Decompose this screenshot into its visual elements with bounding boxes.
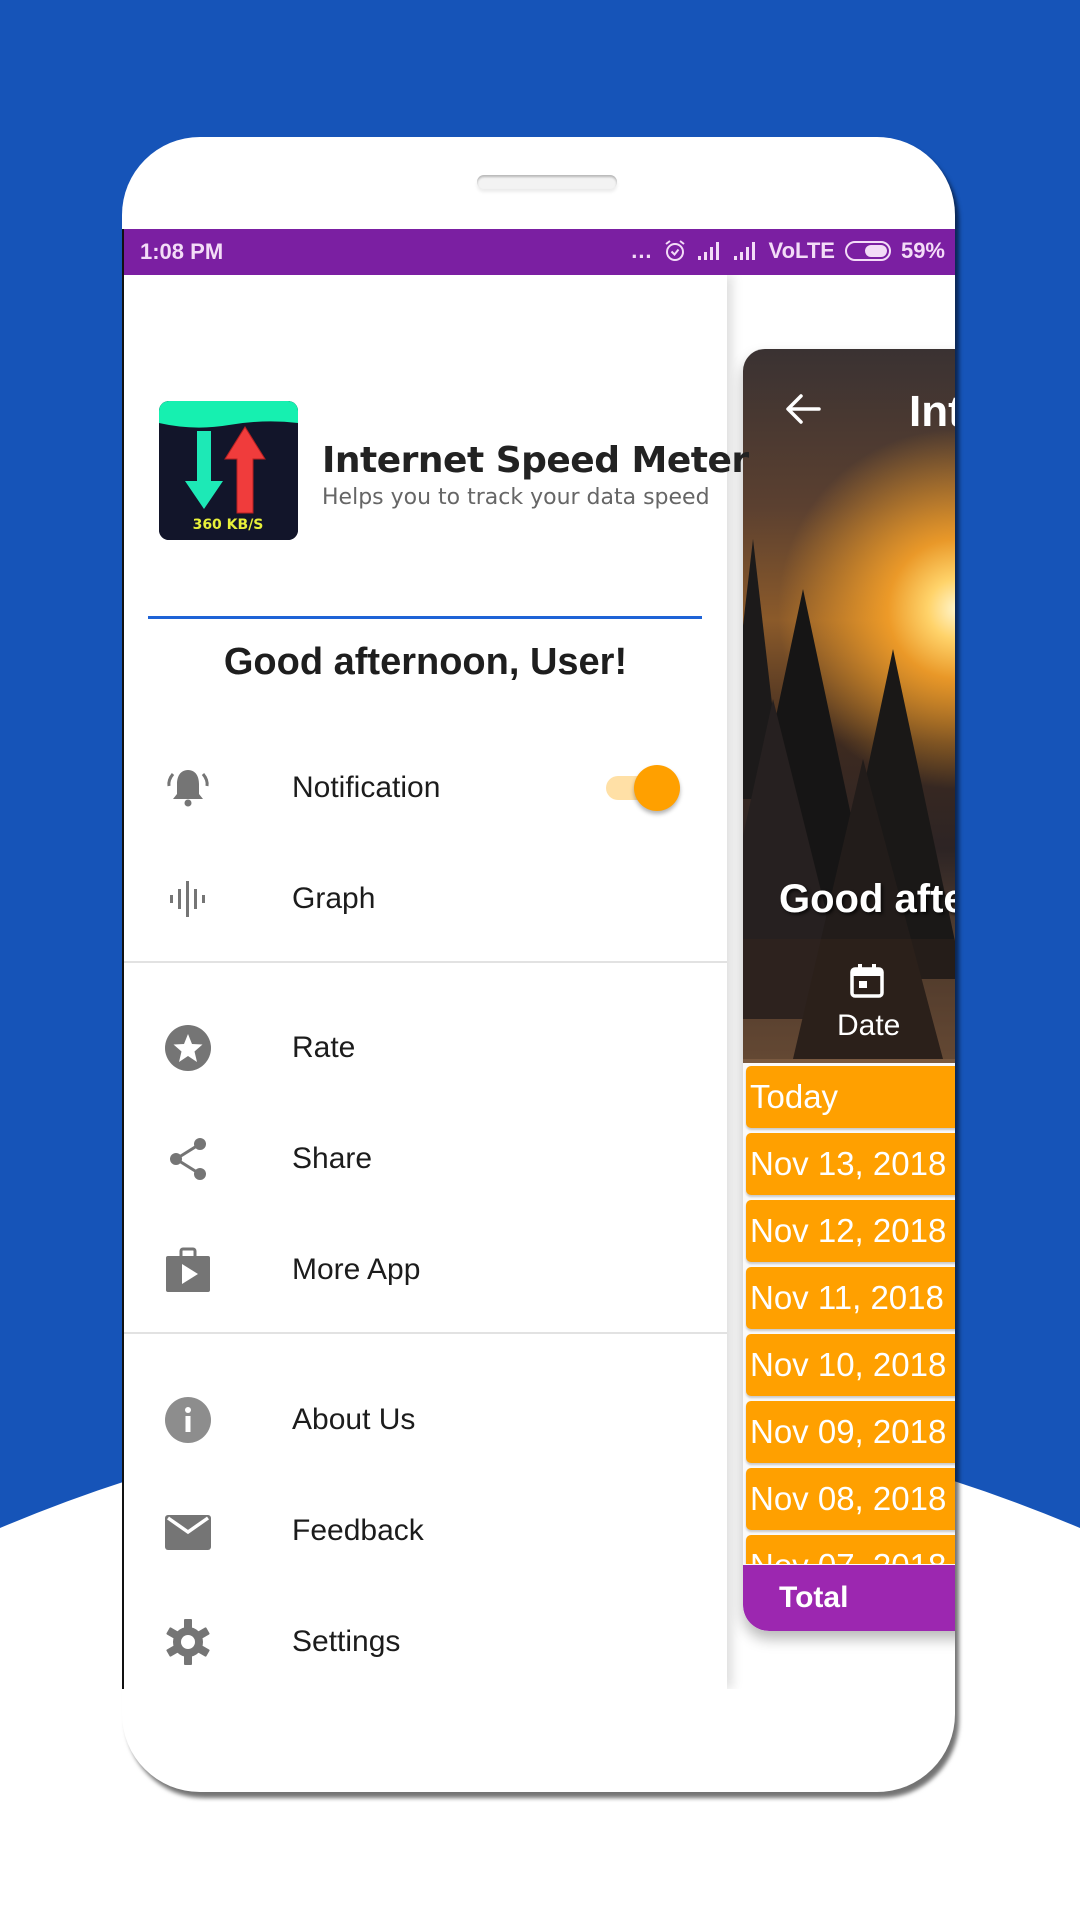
background-app-card: Int Good afte Date Today Nov 13, 2018 No…: [743, 349, 955, 1631]
app-logo: 360 KB/S: [159, 401, 298, 540]
network-type: VoLTE: [768, 238, 835, 263]
info-icon: [165, 1397, 211, 1443]
gear-icon: [166, 1619, 210, 1665]
signal-icon: [697, 242, 719, 260]
mail-icon: [165, 1515, 211, 1550]
menu-item-more-app[interactable]: More App: [124, 1225, 727, 1315]
date-row[interactable]: Today: [746, 1066, 955, 1128]
menu-divider: [124, 961, 727, 963]
app-tagline: Helps you to track your data speed: [322, 485, 710, 510]
menu-divider: [124, 1332, 727, 1334]
menu-label: Graph: [292, 882, 376, 915]
menu-item-settings[interactable]: Settings: [124, 1597, 727, 1687]
date-row[interactable]: Nov 09, 2018: [746, 1401, 955, 1463]
share-icon: [170, 1138, 206, 1180]
header-divider: [148, 616, 702, 619]
play-store-bag-icon: [166, 1247, 210, 1292]
menu-item-graph[interactable]: Graph: [124, 854, 727, 944]
phone-screen: Int Good afte Date Today Nov 13, 2018 No…: [122, 229, 955, 1689]
arrow-left-icon[interactable]: [783, 389, 823, 429]
navigation-drawer: 360 KB/S Internet Speed Meter Helps you …: [124, 275, 749, 1689]
status-time: 1:08 PM: [140, 239, 224, 264]
app-title: Internet Speed Meter: [322, 440, 749, 481]
battery-icon: [844, 241, 891, 261]
date-row[interactable]: Nov 07, 2018: [746, 1535, 955, 1564]
background-app-greeting: Good afte: [779, 877, 955, 921]
background-app-title: Int: [909, 387, 955, 436]
menu-label: More App: [292, 1253, 421, 1286]
date-row[interactable]: Nov 12, 2018: [746, 1200, 955, 1262]
svg-text:360 KB/S: 360 KB/S: [193, 517, 264, 533]
toggle-thumb: [634, 765, 680, 811]
date-row[interactable]: Nov 13, 2018: [746, 1133, 955, 1195]
calendar-icon: [850, 964, 884, 998]
sunset-header-image: Int Good afte Date: [743, 349, 955, 1063]
status-bar: 1:08 PM ... VoLTE 59%: [124, 229, 955, 275]
battery-level: [864, 245, 887, 257]
phone-frame: Int Good afte Date Today Nov 13, 2018 No…: [122, 137, 955, 1792]
date-row[interactable]: Nov 10, 2018: [746, 1334, 955, 1396]
greeting-text: Good afternoon, User!: [223, 641, 628, 683]
more-notifications-icon: ...: [631, 238, 653, 263]
alarm-icon: [664, 240, 685, 261]
date-row[interactable]: Nov 11, 2018: [746, 1267, 955, 1329]
total-bar: Total: [743, 1565, 955, 1631]
waveform-icon: [170, 881, 205, 917]
menu-label: Feedback: [292, 1514, 424, 1547]
menu-item-rate[interactable]: Rate: [124, 1003, 727, 1093]
menu-item-notification[interactable]: Notification: [124, 743, 727, 833]
menu-label: About Us: [292, 1403, 416, 1436]
status-icons: ... VoLTE 59%: [631, 238, 945, 264]
star-circle-icon: [165, 1025, 211, 1071]
signal-icon: [733, 242, 755, 260]
date-list: Today Nov 13, 2018 Nov 12, 2018 Nov 11, …: [743, 1066, 955, 1564]
menu-item-share[interactable]: Share: [124, 1114, 727, 1204]
menu-label: Settings: [292, 1625, 401, 1658]
notification-toggle[interactable]: [606, 765, 682, 811]
date-column-header: Date: [837, 1009, 901, 1042]
menu-item-feedback[interactable]: Feedback: [124, 1486, 727, 1576]
phone-speaker: [477, 175, 617, 189]
battery-percent: 59%: [900, 238, 945, 263]
menu-item-about-us[interactable]: About Us: [124, 1375, 727, 1465]
menu-label: Notification: [292, 771, 441, 804]
menu-label: Share: [292, 1142, 373, 1175]
bell-ring-icon: [167, 770, 209, 807]
menu-label: Rate: [292, 1031, 356, 1064]
date-row[interactable]: Nov 08, 2018: [746, 1468, 955, 1530]
